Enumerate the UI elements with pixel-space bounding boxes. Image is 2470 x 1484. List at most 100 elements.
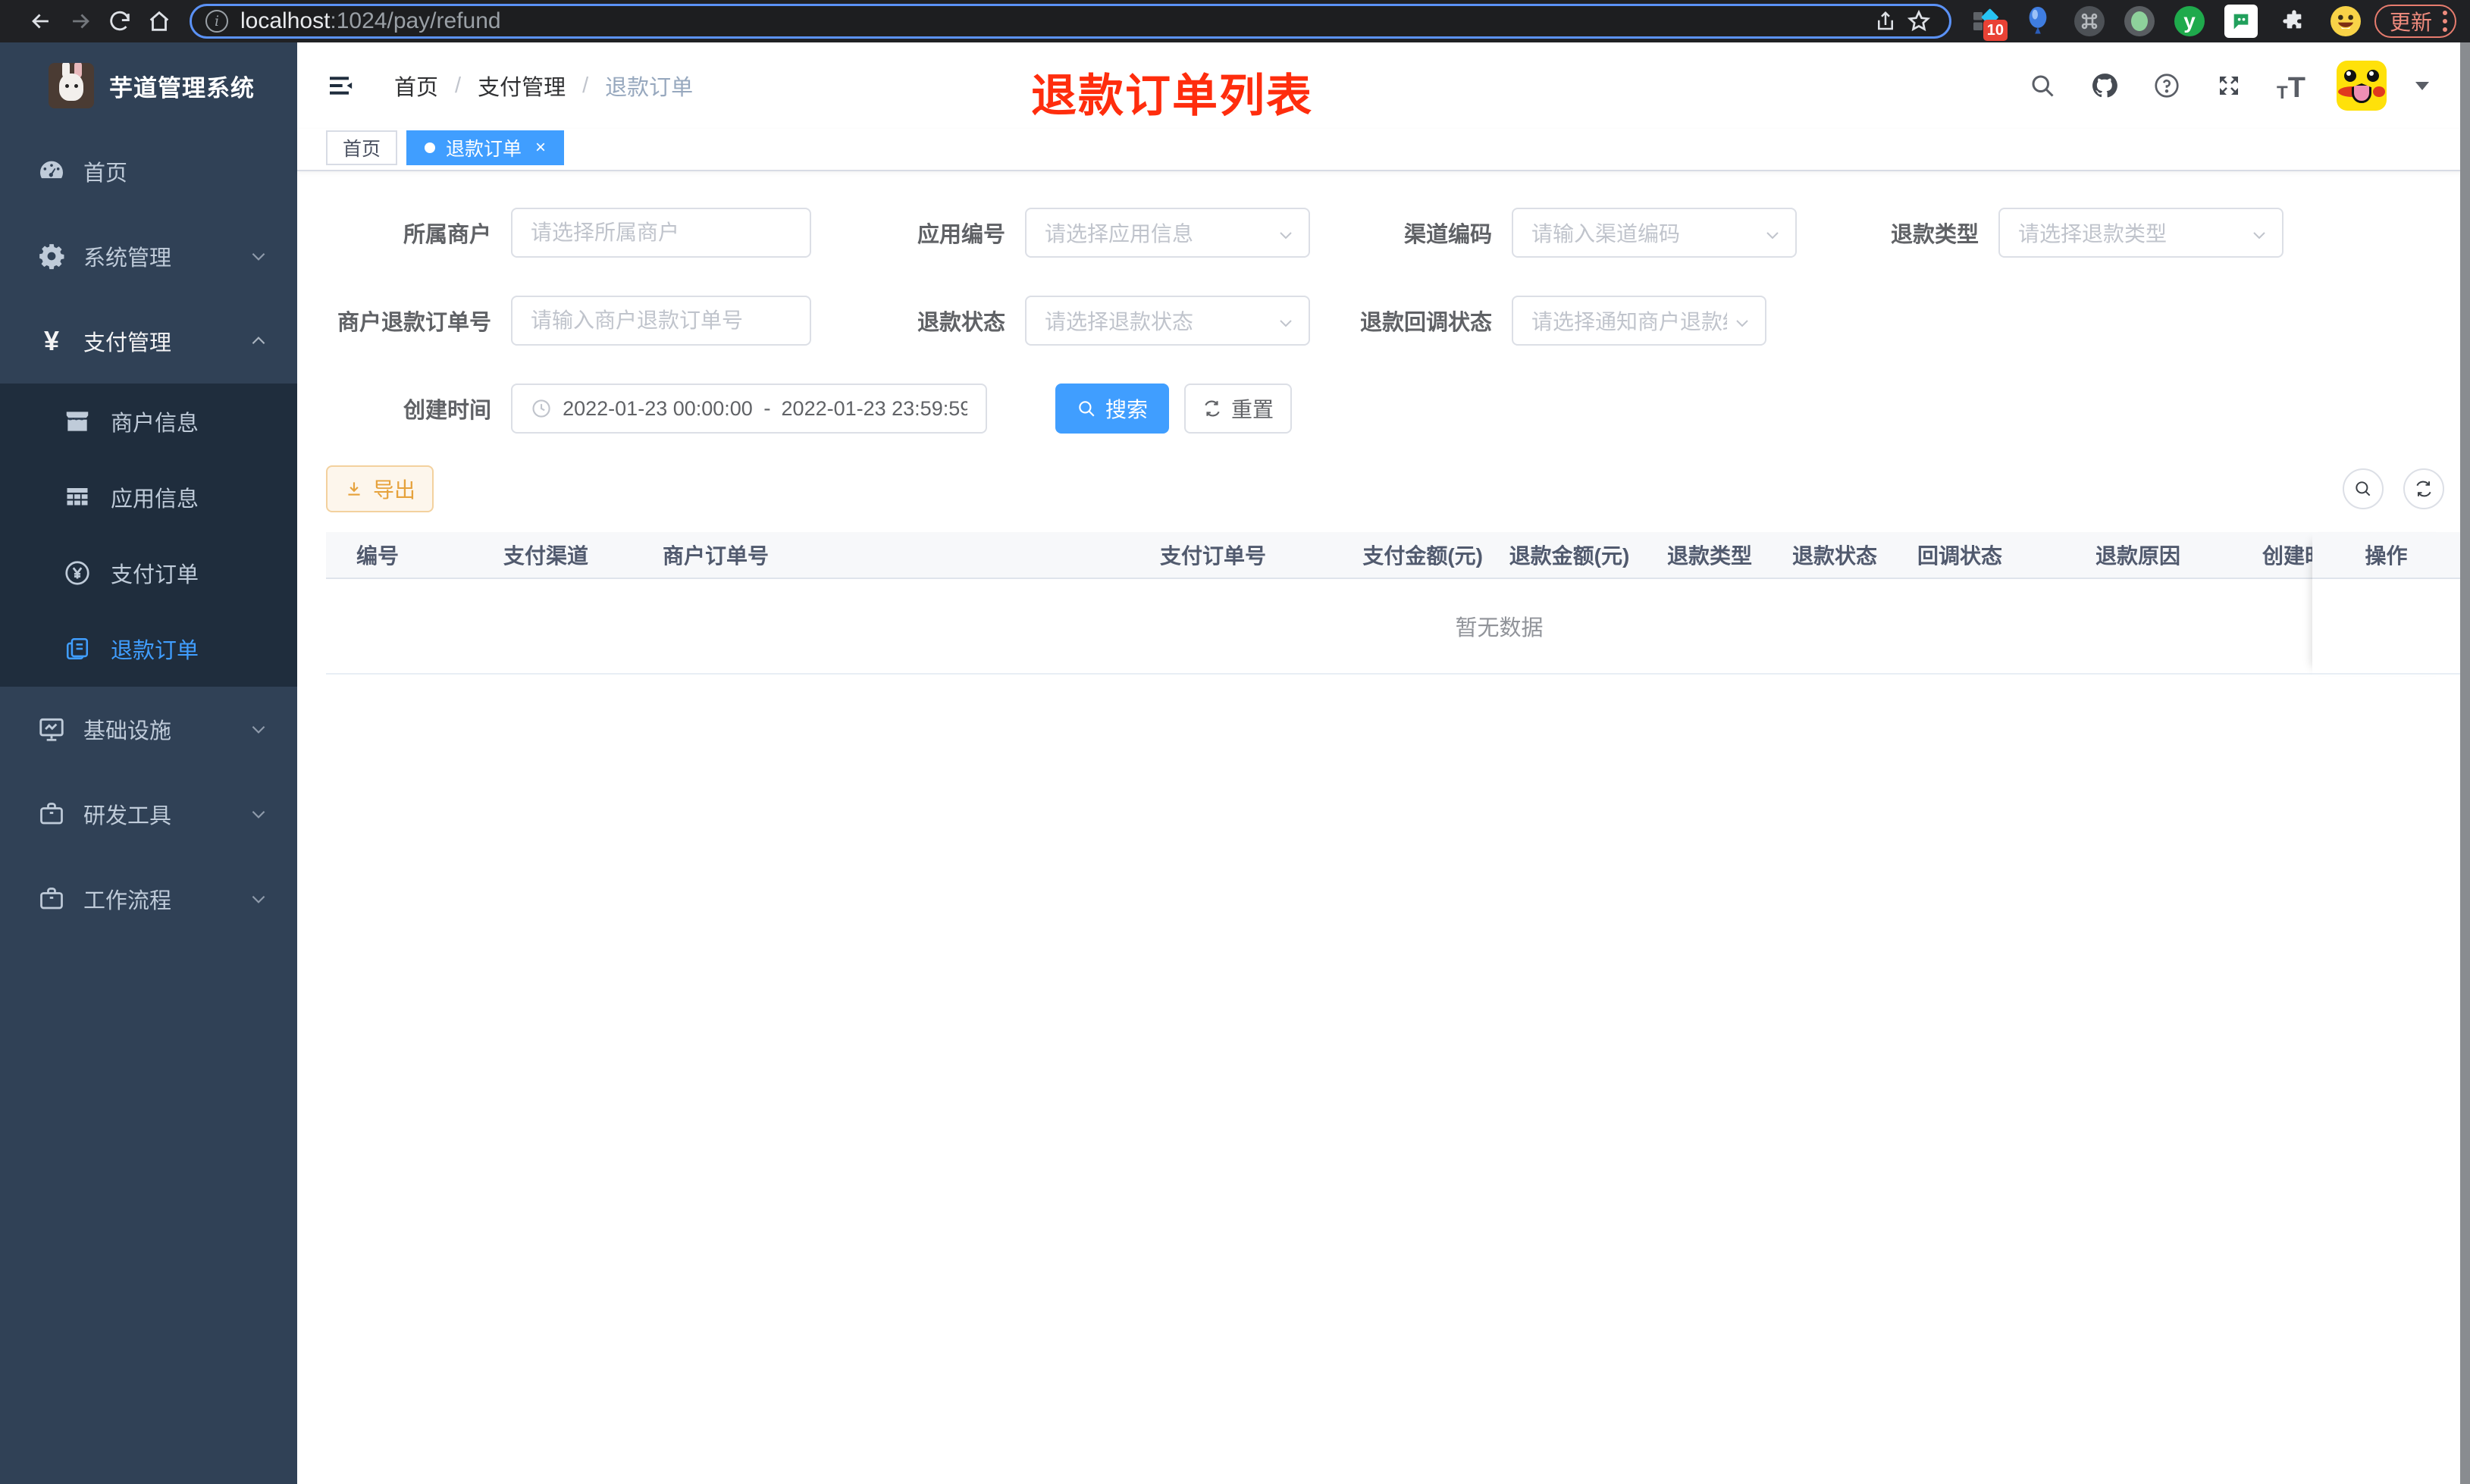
browser-reload-button[interactable] [100, 5, 139, 38]
fullscreen-icon[interactable] [2212, 69, 2246, 102]
clock-icon [532, 399, 550, 418]
extension-command-icon[interactable] [2073, 6, 2105, 36]
sidebar-item-dev-tools[interactable]: 研发工具 [0, 772, 297, 856]
site-info-icon[interactable]: i [205, 10, 228, 33]
channel-select[interactable]: 请输入渠道编码 [1512, 208, 1797, 258]
url-path: :1024/pay/refund [330, 8, 501, 33]
tab-close-icon[interactable]: × [535, 137, 546, 158]
select-placeholder: 请输入渠道编码 [1531, 222, 1681, 246]
sidebar-item-app-info[interactable]: 应用信息 [0, 459, 297, 535]
pay-submenu: 商户信息 应用信息 支付订单 退款订单 [0, 384, 297, 687]
refund-status-select[interactable]: 请选择退款状态 [1025, 296, 1310, 346]
browser-back-button[interactable] [21, 5, 61, 38]
select-placeholder: 请选择通知商户退款结果的回调状态 [1531, 310, 1727, 333]
avatar-dropdown-icon[interactable] [2415, 81, 2429, 90]
export-button-label: 导出 [372, 478, 415, 502]
chevron-down-icon [249, 804, 268, 824]
table-header: 编号 支付渠道 商户订单号 支付订单号 支付金额(元) 退款金额(元) 退款类型… [326, 532, 2460, 579]
user-avatar[interactable] [2337, 61, 2387, 111]
reset-button[interactable]: 重置 [1184, 384, 1292, 434]
extension-y-icon[interactable]: y [2174, 6, 2205, 36]
sidebar-item-label: 系统管理 [83, 246, 172, 271]
profile-emoji-avatar[interactable] [2330, 6, 2361, 36]
document-copy-icon [61, 636, 94, 662]
merchant-refund-no-input[interactable] [531, 308, 791, 333]
tab-home[interactable]: 首页 [326, 130, 398, 165]
url-text: localhost:1024/pay/refund [240, 8, 1869, 34]
help-icon[interactable] [2150, 69, 2183, 102]
github-icon[interactable] [2088, 69, 2121, 102]
show-search-toggle-button[interactable] [2343, 468, 2384, 509]
browser-toolbar: i localhost:1024/pay/refund 10 y 更新 [0, 0, 2470, 42]
date-end[interactable]: 2022-01-23 23:59:59 [782, 397, 967, 421]
browser-home-button[interactable] [139, 5, 179, 38]
window-scrollbar-strip[interactable] [2460, 42, 2470, 1484]
sidebar-item-infra[interactable]: 基础设施 [0, 687, 297, 772]
browser-update-button[interactable]: 更新 [2374, 5, 2456, 38]
sidebar-item-label: 支付管理 [83, 331, 172, 355]
sidebar-logo[interactable]: 芋道管理系统 [0, 42, 297, 129]
create-time-range-picker[interactable]: 2022-01-23 00:00:00 - 2022-01-23 23:59:5… [511, 384, 987, 434]
extension-y-letter: y [2183, 9, 2196, 33]
tab-refund-order[interactable]: 退款订单 × [406, 130, 565, 165]
share-icon[interactable] [1869, 5, 1902, 38]
date-start[interactable]: 2022-01-23 00:00:00 [563, 397, 753, 421]
briefcase-icon [33, 800, 70, 828]
breadcrumb-home[interactable]: 首页 [394, 70, 438, 102]
select-placeholder: 请选择退款状态 [1045, 310, 1194, 333]
chevron-down-icon [1277, 226, 1295, 244]
merchant-refund-no-field[interactable] [511, 296, 811, 346]
column-header: 编号 [356, 544, 400, 568]
sidebar-item-label: 商户信息 [111, 412, 199, 436]
yen-icon: ¥ [43, 325, 60, 356]
search-icon[interactable] [2026, 69, 2059, 102]
extension-chat-icon[interactable] [2224, 5, 2258, 38]
sidebar-item-pay[interactable]: ¥ 支付管理 [0, 299, 297, 384]
extension-balloon-icon[interactable] [2021, 5, 2055, 38]
font-size-icon[interactable]: TT [2274, 69, 2308, 102]
logo-rabbit-avatar [49, 63, 94, 108]
table-toolbar: 导出 [326, 465, 2470, 512]
filter-label: 退款类型 [1890, 223, 1979, 247]
filter-label: 所属商户 [403, 223, 491, 247]
filter-label: 应用编号 [917, 223, 1005, 247]
bookmark-star-icon[interactable] [1902, 5, 1936, 38]
browser-menu-icon[interactable] [2443, 11, 2447, 32]
column-header: 操作 [2312, 532, 2460, 579]
topbar: 首页 / 支付管理 / 退款订单 退款订单列表 T T [297, 42, 2470, 129]
refund-type-select[interactable]: 请选择退款类型 [1998, 208, 2283, 258]
merchant-select[interactable] [511, 208, 811, 258]
sidebar-item-merchant-info[interactable]: 商户信息 [0, 384, 297, 459]
breadcrumb-separator: / [582, 73, 589, 98]
sidebar-item-refund-order[interactable]: 退款订单 [0, 611, 297, 687]
sidebar-item-workflow[interactable]: 工作流程 [0, 856, 297, 941]
column-header: 支付渠道 [503, 544, 589, 568]
extensions-puzzle-icon[interactable] [2277, 5, 2311, 38]
sidebar: 芋道管理系统 首页 系统管理 ¥ 支付管理 商户信息 应用信息 支付订单 退款订… [0, 42, 297, 1484]
extension-pinned-icon[interactable]: 10 [1968, 5, 2008, 41]
browser-forward-button[interactable] [61, 5, 100, 38]
column-header: 退款金额(元) [1509, 544, 1630, 568]
sidebar-item-pay-order[interactable]: 支付订单 [0, 535, 297, 611]
filter-label: 退款状态 [917, 311, 1005, 335]
tab-label: 首页 [343, 139, 381, 160]
breadcrumb-section[interactable]: 支付管理 [478, 70, 566, 102]
update-label: 更新 [2389, 11, 2432, 34]
address-bar[interactable]: i localhost:1024/pay/refund [190, 4, 1951, 39]
extension-record-icon[interactable] [2124, 6, 2155, 36]
export-button[interactable]: 导出 [326, 465, 434, 512]
tab-label: 退款订单 [446, 139, 522, 160]
table-grid-icon [61, 484, 94, 511]
filter-label: 创建时间 [403, 399, 491, 423]
merchant-input[interactable] [531, 221, 791, 245]
sidebar-item-label: 应用信息 [111, 487, 199, 512]
sidebar-item-system[interactable]: 系统管理 [0, 214, 297, 299]
app-select[interactable]: 请选择应用信息 [1025, 208, 1310, 258]
sidebar-item-home[interactable]: 首页 [0, 129, 297, 214]
refresh-table-button[interactable] [2403, 468, 2444, 509]
search-button[interactable]: 搜索 [1055, 384, 1169, 434]
fixed-operation-column: 操作 [2312, 532, 2460, 676]
notify-status-select[interactable]: 请选择通知商户退款结果的回调状态 [1512, 296, 1766, 346]
storefront-icon [61, 407, 94, 436]
sidebar-collapse-icon[interactable] [324, 69, 358, 102]
